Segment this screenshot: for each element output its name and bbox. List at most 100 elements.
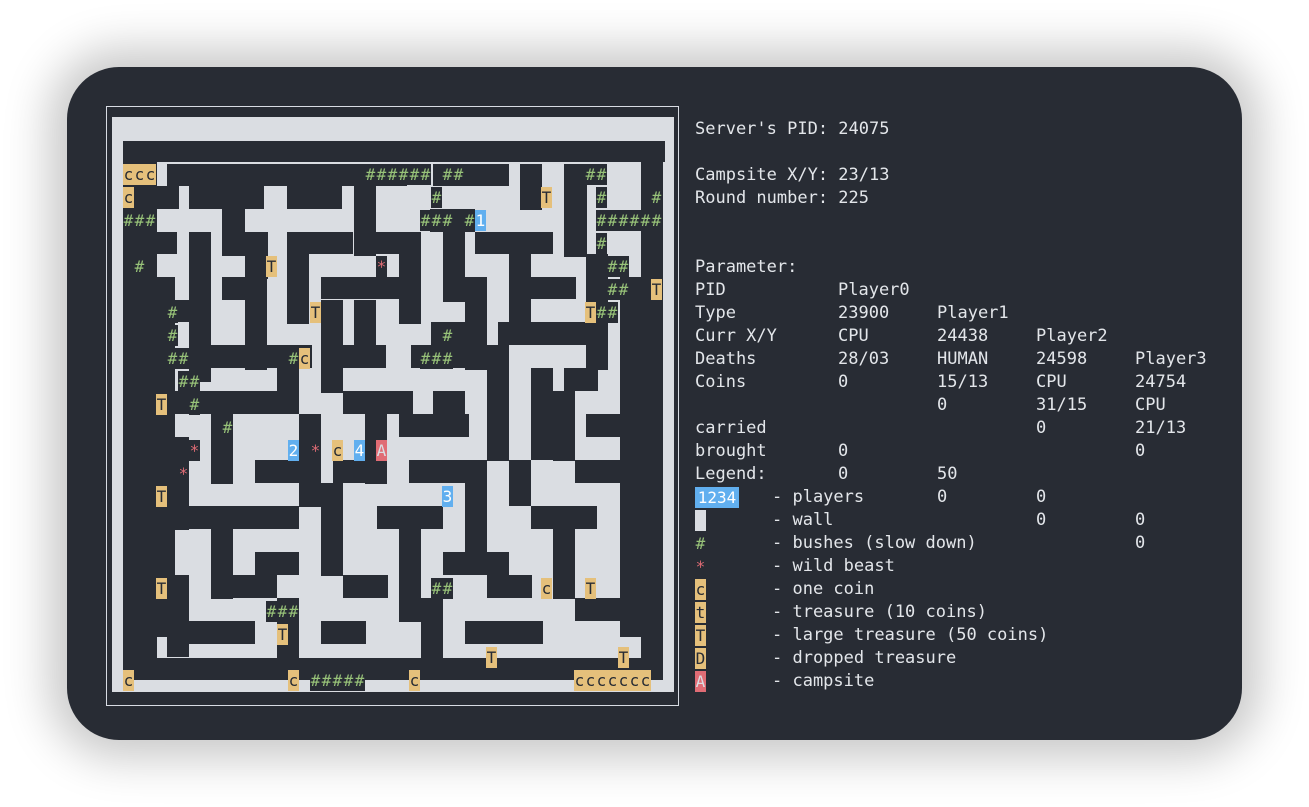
- cell: HUMAN: [937, 349, 989, 369]
- bush-tile: #: [608, 257, 618, 276]
- bush-tile: #: [432, 188, 442, 207]
- legend-item-campsite: A - campsite: [695, 670, 1095, 693]
- large-treasure: T: [157, 395, 167, 414]
- legend-item-player: 1234 - players: [695, 486, 1095, 509]
- player-table-header: Parameter: Player0 Player1 Player2 Playe…: [695, 233, 1235, 369]
- legend-description: - treasure (10 coins): [772, 602, 987, 622]
- cell: 0: [838, 464, 849, 484]
- bush-tile: #: [652, 188, 662, 207]
- coin: c: [586, 671, 596, 690]
- bush-tile: #: [652, 211, 662, 230]
- legend-item-coin: t - treasure (10 coins): [695, 601, 1095, 624]
- coin: c: [333, 441, 343, 460]
- legend-item-coin: c - one coin: [695, 578, 1095, 601]
- bush-tile: #: [344, 671, 354, 690]
- legend-swatch: c: [695, 579, 706, 600]
- bush-tile: #: [179, 372, 189, 391]
- large-treasure: T: [278, 625, 288, 644]
- bush-tile: #: [597, 165, 607, 184]
- coin: c: [124, 188, 134, 207]
- bush-tile: #: [135, 257, 145, 276]
- bush-tile: #: [597, 211, 607, 230]
- large-treasure: T: [267, 257, 277, 276]
- bush-tile: #: [410, 165, 420, 184]
- campsite-marker: A: [377, 441, 387, 460]
- cell: 15/13: [937, 372, 989, 392]
- legend-description: - large treasure (50 coins): [772, 625, 1049, 645]
- bush-tile: #: [190, 372, 200, 391]
- legend-swatch: T: [695, 625, 706, 646]
- legend-item-coin: T - large treasure (50 coins): [695, 624, 1095, 647]
- bush-tile: #: [223, 418, 233, 437]
- player-3: 3: [443, 487, 453, 506]
- bush-tile: #: [168, 303, 178, 322]
- round-number: Round number: 225: [695, 188, 869, 208]
- bush-tile: #: [443, 326, 453, 345]
- bush-tile: #: [641, 211, 651, 230]
- bush-tile: #: [597, 188, 607, 207]
- bush-tile: #: [179, 349, 189, 368]
- large-treasure: T: [487, 648, 497, 667]
- bush-tile: #: [443, 349, 453, 368]
- cell: 28/03: [838, 349, 890, 369]
- row-label: brought: [695, 441, 767, 461]
- legend-item-wall: - wall: [695, 509, 1095, 532]
- bush-tile: #: [619, 280, 629, 299]
- legend-swatch: D: [695, 648, 706, 669]
- bush-tile: #: [289, 349, 299, 368]
- coin: c: [641, 671, 651, 690]
- large-treasure: T: [652, 280, 662, 299]
- legend-swatch: t: [695, 602, 706, 623]
- large-treasure: T: [311, 303, 321, 322]
- coin: c: [124, 671, 134, 690]
- bush-tile: #: [608, 280, 618, 299]
- bush-tile: #: [366, 165, 376, 184]
- bush-tile: #: [190, 395, 200, 414]
- large-treasure: T: [619, 648, 629, 667]
- table-row-pid: PID 23900 24438 24598 24754: [695, 256, 1235, 392]
- cell: 0: [1135, 510, 1146, 530]
- bush-tile: #: [619, 257, 629, 276]
- cell: 24754: [1135, 372, 1187, 392]
- bush-tile: #: [421, 211, 431, 230]
- cell: 0: [1135, 441, 1146, 461]
- bush-tile: #: [630, 211, 640, 230]
- maze-board: c c c # # # # # # # # # #c # T # ## # # # # # #1 # # # # # ### T * # ## #…: [112, 117, 674, 692]
- bush-tile: #: [465, 211, 475, 230]
- bush-tile: #: [454, 165, 464, 184]
- campsite-position: Campsite X/Y: 23/13: [695, 165, 890, 185]
- bush-tile: #: [135, 211, 145, 230]
- coin: c: [410, 671, 420, 690]
- table-row-position: Curr X/Y 28/03 15/13 31/15 21/13: [695, 302, 1235, 438]
- bush-tile: #: [388, 165, 398, 184]
- wild-beast: *: [311, 441, 321, 460]
- legend-swatch: *: [695, 557, 706, 576]
- coins-row-carried: carried 0 50 0 0: [695, 394, 1235, 530]
- bush-tile: #: [168, 326, 178, 345]
- bush-tile: #: [432, 211, 442, 230]
- wild-beast: *: [179, 464, 189, 483]
- bush-tile: #: [608, 303, 618, 322]
- table-row-type: Type CPU HUMAN CPU CPU: [695, 279, 1235, 415]
- legend-description: - wild beast: [772, 556, 895, 576]
- bush-tile: #: [421, 165, 431, 184]
- coins-row-brought: brought 0 0 0 0: [695, 417, 1235, 553]
- bush-tile: #: [608, 211, 618, 230]
- large-treasure: T: [157, 487, 167, 506]
- legend-description: - one coin: [772, 579, 875, 599]
- legend-title: Legend:: [695, 464, 767, 484]
- legend-description: - campsite: [772, 671, 875, 691]
- bush-tile: #: [168, 349, 178, 368]
- large-treasure: T: [586, 579, 596, 598]
- cell: 0: [838, 372, 849, 392]
- table-row-deaths: Deaths 0 0 0 0: [695, 325, 1235, 461]
- bush-tile: #: [443, 211, 453, 230]
- coin: c: [608, 671, 618, 690]
- player-2: 2: [289, 441, 299, 460]
- header-player3: Player3: [1135, 349, 1207, 369]
- coin: c: [146, 165, 156, 184]
- coin: c: [542, 579, 552, 598]
- wild-beast: *: [377, 257, 387, 276]
- bush-tile: #: [377, 165, 387, 184]
- bush-tile: #: [333, 671, 343, 690]
